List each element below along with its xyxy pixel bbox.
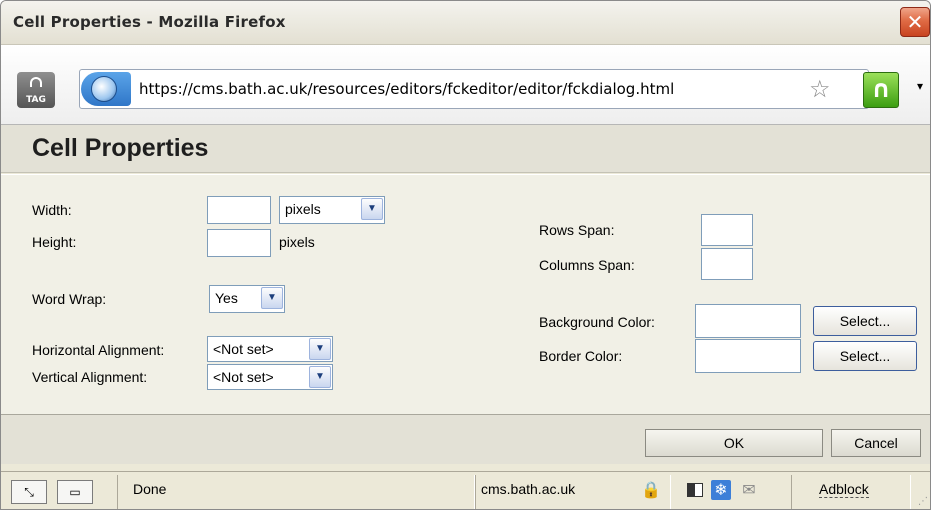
cancel-button[interactable]: Cancel [831, 429, 921, 457]
border-color-select-button[interactable]: Select... [813, 341, 917, 371]
rows-span-input[interactable] [701, 214, 753, 246]
chevron-down-icon: ▼ [309, 366, 331, 388]
status-bar: ⤡ ▭ Done cms.bath.ac.uk 🔒 ❄ ✉ Adblock ⋰ [1, 471, 930, 509]
word-wrap-value: Yes [215, 290, 238, 306]
lock-icon[interactable]: 🔒 [641, 480, 661, 500]
snowflake-icon[interactable]: ❄ [711, 480, 731, 500]
browser-window: Cell Properties - Mozilla Firefox ✕ TAG … [0, 0, 931, 510]
addon-dropdown-icon[interactable]: ▾ [917, 79, 923, 93]
window-icon[interactable] [685, 480, 705, 500]
horizontal-alignment-label: Horizontal Alignment: [32, 342, 165, 358]
height-unit-label: pixels [279, 234, 315, 250]
title-bar: Cell Properties - Mozilla Firefox ✕ [1, 1, 930, 45]
background-color-label: Background Color: [539, 314, 655, 330]
site-identity-button[interactable] [81, 72, 131, 106]
border-color-label: Border Color: [539, 348, 623, 364]
height-input[interactable] [207, 229, 271, 257]
columns-span-label: Columns Span: [539, 257, 635, 273]
border-color-input[interactable] [695, 339, 801, 373]
adblock-button[interactable]: Adblock [819, 481, 869, 498]
vertical-alignment-value: <Not set> [213, 369, 274, 385]
columns-span-input[interactable] [701, 248, 753, 280]
close-icon: ✕ [906, 10, 924, 34]
background-color-input[interactable] [695, 304, 801, 338]
vertical-alignment-select[interactable]: <Not set> ▼ [207, 364, 333, 390]
width-input[interactable] [207, 196, 271, 224]
status-text: Done [133, 481, 167, 497]
dialog-title: Cell Properties [32, 134, 209, 162]
chevron-down-icon: ▼ [309, 338, 331, 360]
status-text-cell [117, 475, 475, 509]
chevron-down-icon: ▼ [361, 198, 383, 220]
window-title: Cell Properties - Mozilla Firefox [13, 13, 286, 31]
horizontal-alignment-value: <Not set> [213, 341, 274, 357]
ruler-tool-icon[interactable]: ▭ [57, 480, 93, 504]
mail-icon[interactable]: ✉ [739, 480, 759, 500]
status-domain: cms.bath.ac.uk [481, 481, 576, 497]
word-wrap-select[interactable]: Yes ▼ [209, 285, 285, 313]
close-window-button[interactable]: ✕ [900, 7, 930, 37]
width-unit-value: pixels [285, 201, 321, 217]
width-label: Width: [32, 202, 72, 218]
chevron-down-icon: ▼ [261, 287, 283, 309]
height-label: Height: [32, 234, 77, 250]
tag-label: TAG [26, 95, 46, 105]
vertical-alignment-label: Vertical Alignment: [32, 369, 148, 385]
bookmark-star-icon[interactable]: ☆ [809, 75, 831, 103]
addon-icon[interactable]: ∩ [863, 72, 899, 108]
background-color-select-button[interactable]: Select... [813, 306, 917, 336]
resize-grip-icon[interactable]: ⋰ [918, 496, 928, 507]
rows-span-label: Rows Span: [539, 222, 615, 238]
globe-icon [91, 76, 117, 102]
ok-button[interactable]: OK [645, 429, 823, 457]
horizontal-alignment-select[interactable]: <Not set> ▼ [207, 336, 333, 362]
word-wrap-label: Word Wrap: [32, 291, 107, 307]
url-text[interactable]: https://cms.bath.ac.uk/resources/editors… [139, 80, 674, 98]
inspect-tool-icon[interactable]: ⤡ [11, 480, 47, 504]
width-unit-select[interactable]: pixels ▼ [279, 196, 385, 224]
tag-icon[interactable]: TAG [17, 72, 55, 108]
